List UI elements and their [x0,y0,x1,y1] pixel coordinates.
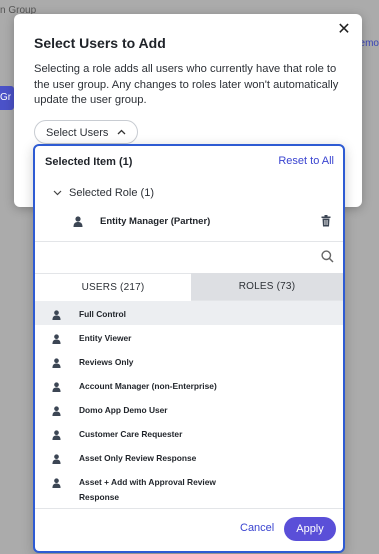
person-icon [52,475,61,493]
apply-button[interactable]: Apply [284,517,336,541]
person-icon [52,307,61,325]
list-item-label: Account Manager (non-Enterprise) [79,381,217,391]
cancel-button[interactable]: Cancel [240,522,274,534]
person-icon [52,331,61,349]
background-group-button: Gr [0,86,14,110]
selected-items-header: Selected Item (1) [45,156,133,168]
person-icon [52,403,61,421]
tab-roles[interactable]: ROLES (73) [191,273,343,300]
selected-role-group-label: Selected Role (1) [69,187,154,199]
person-icon [52,427,61,445]
list-item-label: Asset Only Review Response [79,453,197,463]
select-users-dropdown-button[interactable]: Select Users [34,120,139,144]
list-item[interactable]: Customer Care Requester [35,421,343,445]
list-item[interactable]: Domo App Demo User [35,397,343,421]
list-item-label: Asset + Add with Approval Review Respons… [79,477,216,502]
chevron-up-icon [117,121,126,143]
list-item-label: Reviews Only [79,357,134,367]
selected-role-group-toggle[interactable]: Selected Role (1) [53,187,154,199]
select-users-dropdown-panel: Selected Item (1) Reset to All Selected … [33,144,345,553]
list-item-label: Domo App Demo User [79,405,168,415]
list-item-label: Full Control [79,309,126,319]
list-item-label: Customer Care Requester [79,429,183,439]
selected-role-name: Entity Manager (Partner) [100,216,211,227]
select-users-label: Select Users [46,127,109,139]
close-icon[interactable]: ✕ [334,20,354,40]
list-item[interactable]: Full Control [35,301,343,325]
list-item[interactable]: Asset + Add with Approval Review Respons… [35,469,343,503]
modal-title: Select Users to Add [34,35,166,51]
search-icon[interactable] [321,250,335,264]
selected-role-row: Entity Manager (Partner) [73,214,333,230]
tab-users[interactable]: USERS (217) [35,273,191,301]
list-item-label: Entity Viewer [79,333,132,343]
person-icon [52,451,61,469]
trash-icon[interactable] [321,214,333,228]
divider [35,241,343,242]
list-item[interactable]: Asset Only Review Response [35,445,343,469]
search-input[interactable] [45,247,309,269]
list-item[interactable]: Entity Viewer [35,325,343,349]
list-item[interactable]: Reviews Only [35,349,343,373]
chevron-down-icon [53,188,63,198]
person-icon [52,355,61,373]
roles-list: Full Control Entity Viewer Reviews Only … [35,301,343,507]
modal-description: Selecting a role adds all users who curr… [34,63,339,106]
list-item[interactable]: Account Manager (non-Enterprise) [35,373,343,397]
tab-bar: USERS (217) ROLES (73) [35,273,343,301]
reset-to-all-link[interactable]: Reset to All [278,155,334,167]
person-icon [52,379,61,397]
person-icon [73,214,83,232]
footer-divider [35,508,343,509]
